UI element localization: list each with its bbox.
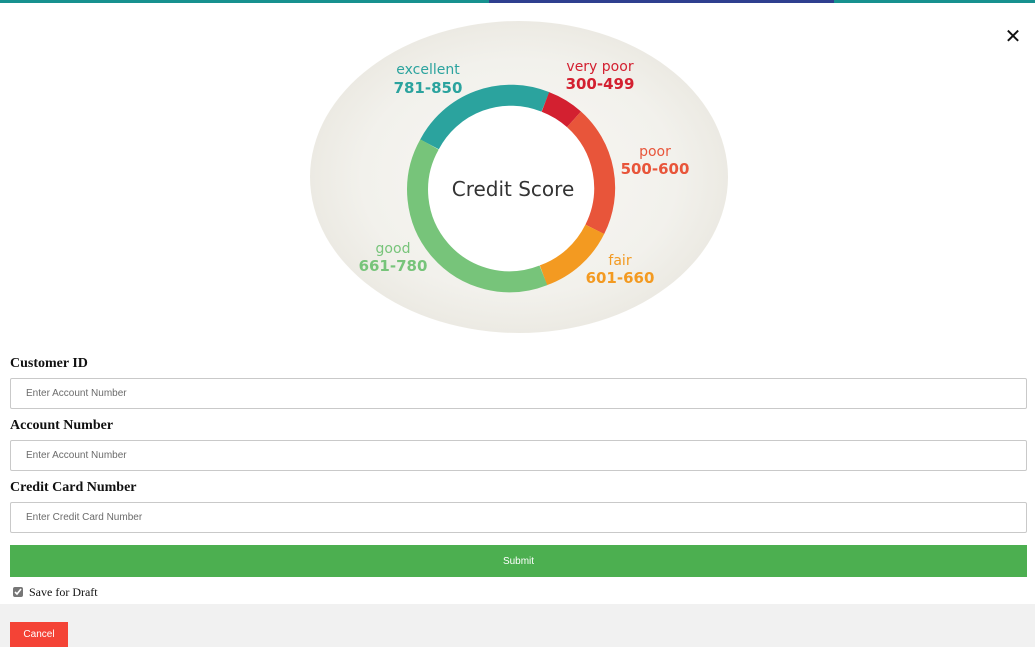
submit-button[interactable]: Submit — [10, 545, 1027, 577]
range-name-very-poor: very poor — [566, 59, 633, 75]
account-number-label: Account Number — [10, 418, 114, 433]
credit-card-input[interactable] — [10, 502, 1027, 533]
close-icon[interactable]: ✕ — [1002, 25, 1024, 47]
modal-footer: Cancel — [0, 604, 1035, 647]
save-draft-row: Save for Draft — [10, 582, 1027, 602]
range-name-excellent: excellent — [396, 62, 460, 78]
account-number-input[interactable] — [10, 440, 1027, 471]
range-value-excellent: 781-850 — [394, 79, 463, 97]
gauge-title: Credit Score — [452, 177, 575, 201]
save-draft-label: Save for Draft — [29, 584, 98, 599]
range-value-very-poor: 300-499 — [566, 75, 635, 93]
top-bar-segment — [834, 0, 1035, 3]
customer-id-input[interactable] — [10, 378, 1027, 409]
top-bar-segment — [0, 0, 489, 3]
range-name-fair: fair — [608, 253, 631, 269]
range-value-good: 661-780 — [359, 257, 428, 275]
range-name-good: good — [376, 241, 411, 257]
top-accent-bar — [0, 0, 1035, 3]
credit-card-label: Credit Card Number — [10, 480, 137, 495]
range-name-poor: poor — [639, 144, 671, 160]
credit-form: Customer ID Account Number Credit Card N… — [10, 354, 1027, 602]
credit-score-banner: Credit Score excellent 781-850 very poor… — [310, 20, 728, 334]
customer-id-label: Customer ID — [10, 356, 88, 371]
top-bar-segment-accent — [489, 0, 834, 3]
save-draft-checkbox[interactable] — [13, 587, 23, 597]
range-value-poor: 500-600 — [621, 160, 690, 178]
credit-score-graphic: Credit Score excellent 781-850 very poor… — [310, 21, 728, 333]
cancel-button[interactable]: Cancel — [10, 622, 68, 647]
range-value-fair: 601-660 — [586, 269, 655, 287]
